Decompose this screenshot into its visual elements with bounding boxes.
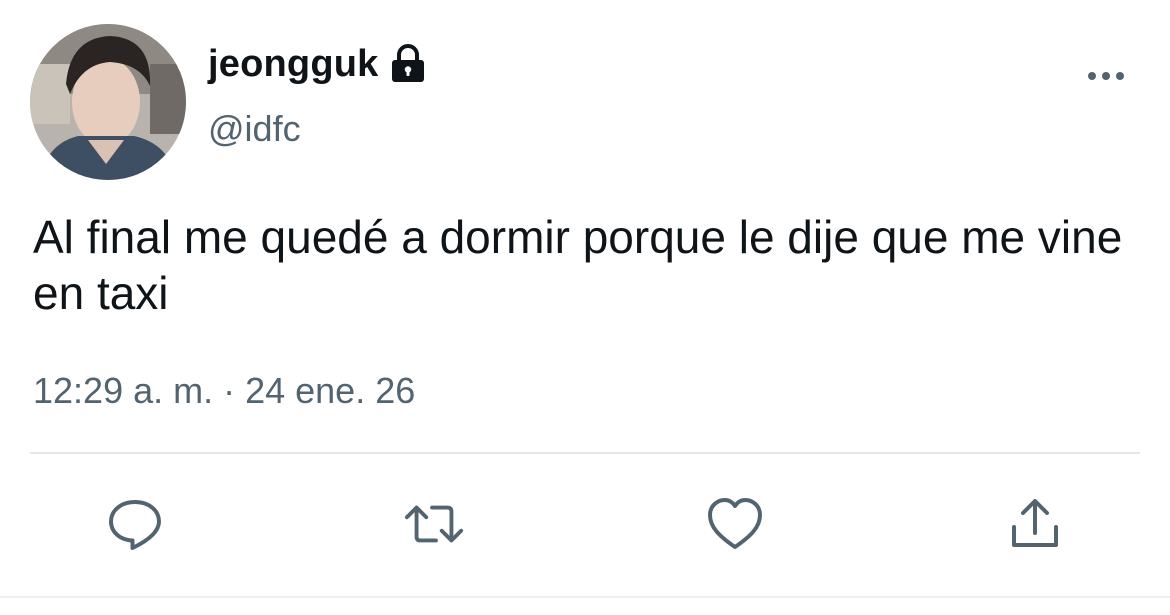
display-name[interactable]: jeongguk	[208, 43, 379, 86]
avatar[interactable]	[30, 24, 186, 180]
reply-icon	[109, 500, 161, 550]
share-button[interactable]	[1004, 494, 1066, 554]
avatar-image	[30, 24, 186, 180]
more-horizontal-icon	[1088, 72, 1124, 80]
bottom-border	[0, 596, 1170, 598]
share-icon	[1012, 499, 1058, 547]
like-button[interactable]	[704, 494, 766, 554]
more-options-button[interactable]	[1082, 58, 1130, 94]
user-handle[interactable]: @idfc	[208, 108, 301, 150]
lock-icon	[389, 44, 427, 84]
tweet-text: Al final me quedé a dormir porque le dij…	[33, 211, 1123, 319]
retweet-icon	[404, 505, 464, 543]
divider	[30, 452, 1140, 454]
tweet-card: jeongguk @idfc Al final me quedé a dormi…	[0, 0, 1170, 615]
tweet-timestamp[interactable]: 12:29 a. m. · 24 ene. 26	[33, 370, 415, 412]
retweet-button[interactable]	[403, 494, 465, 554]
author-name-row: jeongguk	[208, 42, 427, 86]
heart-icon	[708, 498, 762, 549]
reply-button[interactable]	[104, 494, 166, 554]
